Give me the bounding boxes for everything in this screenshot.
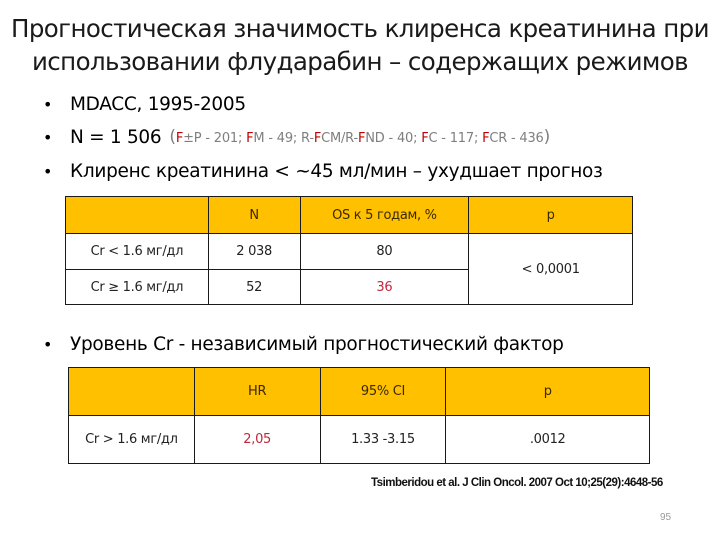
regimen-text: CM/R- — [321, 131, 358, 146]
header-cell-os: OS к 5 годам, % — [299, 196, 470, 234]
header-cell-n: N — [207, 196, 301, 234]
header-cell-empty — [68, 367, 195, 416]
regimen-text: C - 117; — [428, 131, 483, 146]
bullet-icon: • — [43, 334, 53, 354]
bullet-icon: • — [43, 94, 53, 114]
cell-hr: 2,05 — [193, 415, 321, 464]
cell-ci: 1.33 -3.15 — [319, 415, 447, 464]
survival-table-header: N OS к 5 годам, % p — [65, 196, 633, 234]
cell-n: 52 — [207, 269, 301, 305]
regimen-breakdown: (F±P - 201; FM - 49; R-FCM/R-FND - 40; F… — [169, 127, 550, 147]
table-row: Cr > 1.6 мг/дл 2,05 1.33 -3.15 .0012 — [68, 415, 650, 464]
header-cell-p: p — [468, 196, 633, 234]
header-cell-empty — [65, 196, 209, 234]
regimen-text: CR - 436 — [489, 131, 544, 146]
header-cell-ci: 95% CI — [319, 367, 447, 416]
bullet-text: MDACC, 1995-2005 — [70, 93, 246, 115]
bullet-item-study: • MDACC, 1995-2005 — [40, 91, 246, 117]
cell-p: .0012 — [445, 415, 650, 464]
bullet-text: Клиренс креатинина < ~45 мл/мин – ухудша… — [70, 160, 603, 182]
bullet-item-clearance: • Клиренс креатинина < ~45 мл/мин – ухуд… — [40, 158, 603, 184]
header-cell-p: p — [445, 367, 650, 416]
cell-p-value: < 0,0001 — [468, 233, 633, 305]
survival-table: N OS к 5 годам, % p Cr < 1.6 мг/дл 2 038… — [65, 196, 633, 305]
hazard-table-header: HR 95% CI p — [68, 367, 650, 416]
slide-title: Прогностическая значимость клиренса креа… — [0, 12, 720, 78]
cell-os: 36 — [299, 269, 470, 305]
bullet-item-cr-factor: • Уровень Cr - независимый прогностическ… — [40, 331, 564, 357]
regimen-text: M - 49; R- — [253, 131, 314, 146]
slide-title-line-2: использовании флударабин – содержащих ре… — [31, 47, 689, 76]
page-number: 95 — [660, 512, 672, 523]
bullet-icon: • — [43, 161, 53, 181]
close-paren: ) — [543, 127, 551, 147]
table-row: Cr < 1.6 мг/дл 2 038 80 < 0,0001 — [65, 233, 633, 305]
row-label: Cr < 1.6 мг/дл — [65, 233, 209, 270]
regimen-f: F — [421, 131, 429, 146]
hazard-ratio-table: HR 95% CI p Cr > 1.6 мг/дл 2,05 1.33 -3.… — [68, 367, 650, 464]
regimen-f: F — [175, 131, 184, 146]
row-label: Cr ≥ 1.6 мг/дл — [65, 269, 209, 305]
row-label: Cr > 1.6 мг/дл — [68, 415, 195, 464]
bullet-text: Уровень Cr - независимый прогностический… — [70, 333, 564, 355]
regimen-text: ND - 40; — [365, 131, 422, 146]
bullet-icon: • — [43, 127, 53, 147]
cell-os: 80 — [299, 233, 470, 270]
citation: Tsimberidou et al. J Clin Oncol. 2007 Oc… — [371, 477, 663, 489]
regimen-text: ±P - 201; — [183, 131, 247, 146]
cell-n: 2 038 — [207, 233, 301, 270]
bullet-text: N = 1 506 — [70, 126, 162, 148]
slide-title-line-1: Прогностическая значимость клиренса креа… — [11, 14, 710, 43]
header-cell-hr: HR — [193, 367, 321, 416]
bullet-item-n: • N = 1 506 (F±P - 201; FM - 49; R-FCM/R… — [40, 124, 550, 150]
